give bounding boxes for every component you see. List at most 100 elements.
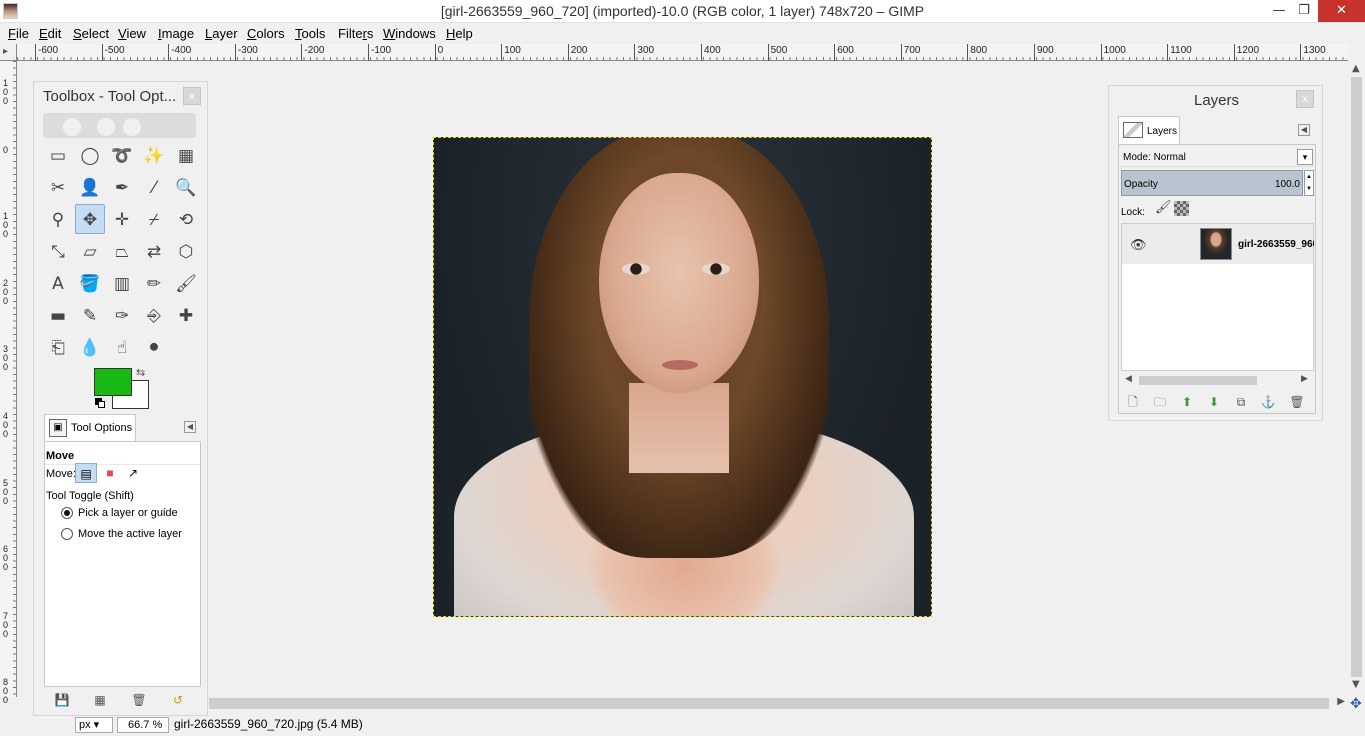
rect-select-icon[interactable]: ▭ [43, 140, 73, 170]
default-colors-icon[interactable] [95, 398, 105, 408]
airbrush-icon[interactable]: ✎ [75, 300, 105, 330]
text-icon[interactable]: A [43, 268, 73, 298]
move-icon[interactable]: ✥ [75, 204, 105, 234]
raise-layer-icon[interactable]: ⬆ [1179, 394, 1195, 410]
rotate-icon[interactable]: ⟲ [171, 204, 201, 234]
toolbox-close-button[interactable]: x [183, 87, 201, 105]
perspective-icon[interactable]: ⏢ [107, 236, 137, 266]
opacity-spinner[interactable]: ▲ ▼ [1304, 170, 1314, 196]
layer-scroll-right-icon[interactable]: ▶ [1301, 373, 1308, 384]
free-select-icon[interactable]: ➰ [107, 140, 137, 170]
opacity-slider[interactable]: Opacity 100.0 [1121, 170, 1303, 196]
vertical-ruler[interactable]: 100 0 100 200 300 400 500 600 700 800 [0, 61, 17, 705]
menu-help[interactable]: Help [446, 26, 473, 41]
pick-layer-radio[interactable] [61, 507, 73, 519]
anchor-layer-icon[interactable]: ⚓ [1260, 394, 1276, 410]
swap-colors-icon[interactable]: ⇆ [136, 366, 145, 379]
vertical-scrollbar[interactable]: ▲ ▼ [1348, 61, 1365, 697]
blur-icon[interactable]: 💧 [75, 332, 105, 362]
horizontal-ruler[interactable]: -600 -500 -400 -300 -200 -100 0 100 200 300 400 500… [17, 44, 1348, 61]
measure-icon[interactable]: ⚲ [43, 204, 73, 234]
maximize-button[interactable]: ❐ [1288, 0, 1320, 22]
dodge-burn-icon[interactable]: ⚫ [139, 332, 169, 362]
menu-file[interactable]: File [8, 26, 29, 41]
pencil-icon[interactable]: ✏ [139, 268, 169, 298]
menu-filters[interactable]: Filters [338, 26, 373, 41]
move-selection-button[interactable]: ■ [99, 463, 121, 483]
foreground-color-swatch[interactable] [94, 368, 132, 396]
menu-select[interactable]: Select [73, 26, 109, 41]
move-path-button[interactable]: ↗ [122, 463, 144, 483]
menu-layer[interactable]: Layer [205, 26, 238, 41]
crop-icon[interactable]: ⌿ [139, 204, 169, 234]
align-icon[interactable]: ✛ [107, 204, 137, 234]
restore-options-icon[interactable]: ▦ [92, 692, 108, 708]
scale-icon[interactable]: ⤡ [43, 236, 73, 266]
scissors-select-icon[interactable]: ✂ [43, 172, 73, 202]
paintbrush-icon[interactable]: 🖌 [171, 268, 201, 298]
cage-icon[interactable]: ⬡ [171, 236, 201, 266]
layers-close-button[interactable]: x [1296, 90, 1314, 108]
layer-row[interactable]: 👁 girl-2663559_960_720.jpg [1122, 224, 1314, 264]
canvas-image[interactable] [433, 137, 932, 617]
layers-menu-icon[interactable]: ◀ [1298, 124, 1310, 136]
layer-scroll-left-icon[interactable]: ◀ [1125, 373, 1132, 384]
layer-scroll-thumb[interactable] [1139, 376, 1257, 385]
horizontal-scroll-thumb[interactable] [209, 698, 1329, 709]
scroll-down-icon[interactable]: ▼ [1352, 679, 1360, 690]
layer-list-hscroll[interactable]: ◀ ▶ [1121, 373, 1314, 387]
menu-colors[interactable]: Colors [247, 26, 285, 41]
foreground-select-icon[interactable]: 👤 [75, 172, 105, 202]
new-layer-icon[interactable]: 🗋 [1125, 394, 1141, 410]
vertical-scroll-thumb[interactable] [1351, 77, 1362, 677]
lock-alpha-icon[interactable] [1174, 201, 1189, 216]
tab-tool-options[interactable]: ▣ Tool Options [44, 414, 136, 442]
fuzzy-select-icon[interactable]: ✨ [139, 140, 169, 170]
menu-tools[interactable]: Tools [295, 26, 325, 41]
layer-name[interactable]: girl-2663559_960_720.jpg [1238, 239, 1314, 250]
menu-view[interactable]: View [118, 26, 146, 41]
unit-select[interactable]: px ▾ [75, 717, 113, 733]
reset-options-icon[interactable]: ↺ [170, 692, 186, 708]
duplicate-layer-icon[interactable]: ⧉ [1233, 394, 1249, 410]
clone-icon[interactable]: ⎆ [139, 300, 169, 330]
bucket-fill-icon[interactable]: 🪣 [75, 268, 105, 298]
scroll-right-icon[interactable]: ▶ [1337, 696, 1345, 707]
lower-layer-icon[interactable]: ⬇ [1206, 394, 1222, 410]
delete-options-icon[interactable]: 🗑 [131, 692, 147, 708]
tool-options-menu-icon[interactable]: ◀ [184, 421, 196, 433]
heal-icon[interactable]: ✚ [171, 300, 201, 330]
ruler-corner[interactable]: ▸ [0, 44, 17, 61]
layer-mode-dropdown-icon[interactable]: ▾ [1297, 149, 1313, 165]
scroll-up-icon[interactable]: ▲ [1352, 63, 1360, 74]
eraser-icon[interactable]: ▬ [43, 300, 73, 330]
color-select-icon[interactable]: ▦ [171, 140, 201, 170]
new-layer-group-icon[interactable]: 🗀 [1152, 394, 1168, 410]
save-options-icon[interactable]: 💾 [54, 692, 70, 708]
blend-icon[interactable]: ▥ [107, 268, 137, 298]
close-button[interactable]: ✕ [1318, 0, 1365, 22]
menu-image[interactable]: Image [158, 26, 194, 41]
color-picker-icon[interactable]: ⁄ [139, 172, 169, 202]
tab-layers[interactable]: Layers [1118, 116, 1180, 145]
menu-windows[interactable]: Windows [383, 26, 436, 41]
zoom-icon[interactable]: 🔍 [171, 172, 201, 202]
perspective-clone-icon[interactable]: ⎗ [43, 332, 73, 362]
shear-icon[interactable]: ▱ [75, 236, 105, 266]
navigate-icon[interactable]: ✥ [1350, 696, 1362, 712]
menu-edit[interactable]: Edit [39, 26, 61, 41]
wilber-drop-area[interactable] [43, 113, 196, 138]
delete-layer-icon[interactable]: 🗑 [1289, 394, 1305, 410]
paths-icon[interactable]: ✒ [107, 172, 137, 202]
smudge-icon[interactable]: ☝ [107, 332, 137, 362]
zoom-select[interactable]: 66.7 % ▾ [117, 717, 169, 736]
visibility-eye-icon[interactable]: 👁 [1130, 237, 1147, 253]
horizontal-scrollbar[interactable]: ▶ [207, 695, 1348, 712]
ink-icon[interactable]: ✑ [107, 300, 137, 330]
move-layer-button[interactable]: ▤ [75, 463, 97, 483]
flip-icon[interactable]: ⇄ [139, 236, 169, 266]
layer-mode-row[interactable]: Mode: Normal ▾ [1121, 147, 1314, 167]
ellipse-select-icon[interactable]: ◯ [75, 140, 105, 170]
move-active-layer-radio[interactable] [61, 528, 73, 540]
lock-pixels-icon[interactable]: 🖌 [1155, 199, 1172, 215]
